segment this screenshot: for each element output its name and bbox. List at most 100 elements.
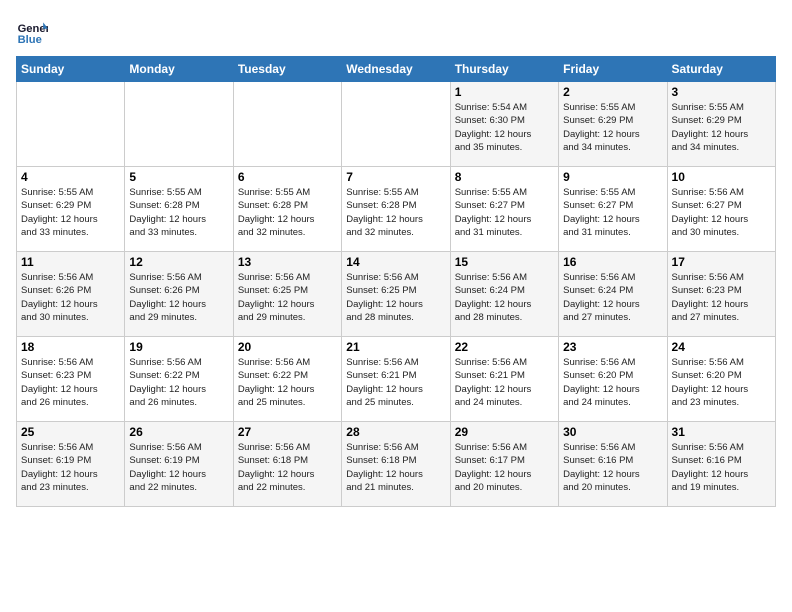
calendar-cell: 30 Sunrise: 5:56 AM Sunset: 6:16 PM Dayli… <box>559 422 667 507</box>
day-number: 10 <box>672 170 771 184</box>
day-info: Sunrise: 5:56 AM Sunset: 6:26 PM Dayligh… <box>129 271 228 324</box>
calendar-week-1: 1 Sunrise: 5:54 AM Sunset: 6:30 PM Daylig… <box>17 82 776 167</box>
day-number: 23 <box>563 340 662 354</box>
calendar-cell: 14 Sunrise: 5:56 AM Sunset: 6:25 PM Dayli… <box>342 252 450 337</box>
day-info: Sunrise: 5:56 AM Sunset: 6:16 PM Dayligh… <box>563 441 662 494</box>
calendar-cell <box>233 82 341 167</box>
day-info: Sunrise: 5:56 AM Sunset: 6:17 PM Dayligh… <box>455 441 554 494</box>
day-info: Sunrise: 5:56 AM Sunset: 6:18 PM Dayligh… <box>238 441 337 494</box>
day-info: Sunrise: 5:56 AM Sunset: 6:24 PM Dayligh… <box>563 271 662 324</box>
calendar-cell: 3 Sunrise: 5:55 AM Sunset: 6:29 PM Daylig… <box>667 82 775 167</box>
day-number: 31 <box>672 425 771 439</box>
calendar-body: 1 Sunrise: 5:54 AM Sunset: 6:30 PM Daylig… <box>17 82 776 507</box>
calendar-cell: 24 Sunrise: 5:56 AM Sunset: 6:20 PM Dayli… <box>667 337 775 422</box>
day-number: 26 <box>129 425 228 439</box>
day-info: Sunrise: 5:56 AM Sunset: 6:19 PM Dayligh… <box>129 441 228 494</box>
day-number: 12 <box>129 255 228 269</box>
day-info: Sunrise: 5:56 AM Sunset: 6:21 PM Dayligh… <box>455 356 554 409</box>
day-info: Sunrise: 5:56 AM Sunset: 6:25 PM Dayligh… <box>346 271 445 324</box>
calendar-cell <box>17 82 125 167</box>
calendar-cell: 17 Sunrise: 5:56 AM Sunset: 6:23 PM Dayli… <box>667 252 775 337</box>
day-info: Sunrise: 5:56 AM Sunset: 6:20 PM Dayligh… <box>563 356 662 409</box>
day-number: 16 <box>563 255 662 269</box>
day-number: 14 <box>346 255 445 269</box>
calendar-cell: 25Sunrise: 5:56 AM Sunset: 6:19 PM Dayli… <box>17 422 125 507</box>
calendar-cell <box>342 82 450 167</box>
calendar-cell: 22Sunrise: 5:56 AM Sunset: 6:21 PM Dayli… <box>450 337 558 422</box>
day-number: 18 <box>21 340 120 354</box>
header-cell-wednesday: Wednesday <box>342 57 450 82</box>
header-cell-sunday: Sunday <box>17 57 125 82</box>
day-info: Sunrise: 5:56 AM Sunset: 6:23 PM Dayligh… <box>21 356 120 409</box>
day-info: Sunrise: 5:56 AM Sunset: 6:27 PM Dayligh… <box>672 186 771 239</box>
day-info: Sunrise: 5:54 AM Sunset: 6:30 PM Dayligh… <box>455 101 554 154</box>
header-cell-saturday: Saturday <box>667 57 775 82</box>
header: General Blue <box>16 16 776 48</box>
day-info: Sunrise: 5:56 AM Sunset: 6:18 PM Dayligh… <box>346 441 445 494</box>
day-number: 1 <box>455 85 554 99</box>
calendar-cell: 10 Sunrise: 5:56 AM Sunset: 6:27 PM Dayli… <box>667 167 775 252</box>
day-number: 3 <box>672 85 771 99</box>
calendar-cell: 12 Sunrise: 5:56 AM Sunset: 6:26 PM Dayli… <box>125 252 233 337</box>
day-number: 17 <box>672 255 771 269</box>
day-info: Sunrise: 5:56 AM Sunset: 6:25 PM Dayligh… <box>238 271 337 324</box>
day-info: Sunrise: 5:56 AM Sunset: 6:24 PM Dayligh… <box>455 271 554 324</box>
day-info: Sunrise: 5:56 AM Sunset: 6:22 PM Dayligh… <box>129 356 228 409</box>
calendar-cell: 29 Sunrise: 5:56 AM Sunset: 6:17 PM Dayli… <box>450 422 558 507</box>
calendar-cell: 7Sunrise: 5:55 AM Sunset: 6:28 PM Daylig… <box>342 167 450 252</box>
calendar-cell: 15 Sunrise: 5:56 AM Sunset: 6:24 PM Dayli… <box>450 252 558 337</box>
day-number: 29 <box>455 425 554 439</box>
day-number: 9 <box>563 170 662 184</box>
calendar-cell: 2 Sunrise: 5:55 AM Sunset: 6:29 PM Daylig… <box>559 82 667 167</box>
day-info: Sunrise: 5:56 AM Sunset: 6:22 PM Dayligh… <box>238 356 337 409</box>
calendar-cell: 6Sunrise: 5:55 AM Sunset: 6:28 PM Daylig… <box>233 167 341 252</box>
day-number: 20 <box>238 340 337 354</box>
day-number: 6 <box>238 170 337 184</box>
day-number: 24 <box>672 340 771 354</box>
day-number: 21 <box>346 340 445 354</box>
header-cell-thursday: Thursday <box>450 57 558 82</box>
calendar-header: SundayMondayTuesdayWednesdayThursdayFrid… <box>17 57 776 82</box>
logo: General Blue <box>16 16 52 48</box>
calendar-week-5: 25Sunrise: 5:56 AM Sunset: 6:19 PM Dayli… <box>17 422 776 507</box>
day-info: Sunrise: 5:55 AM Sunset: 6:28 PM Dayligh… <box>129 186 228 239</box>
day-info: Sunrise: 5:56 AM Sunset: 6:20 PM Dayligh… <box>672 356 771 409</box>
day-number: 28 <box>346 425 445 439</box>
day-number: 27 <box>238 425 337 439</box>
calendar-cell: 5Sunrise: 5:55 AM Sunset: 6:28 PM Daylig… <box>125 167 233 252</box>
calendar-cell: 26 Sunrise: 5:56 AM Sunset: 6:19 PM Dayli… <box>125 422 233 507</box>
day-info: Sunrise: 5:55 AM Sunset: 6:28 PM Dayligh… <box>346 186 445 239</box>
day-number: 8 <box>455 170 554 184</box>
svg-text:Blue: Blue <box>18 34 42 46</box>
day-number: 15 <box>455 255 554 269</box>
day-info: Sunrise: 5:56 AM Sunset: 6:26 PM Dayligh… <box>21 271 120 324</box>
day-number: 30 <box>563 425 662 439</box>
calendar-cell: 23 Sunrise: 5:56 AM Sunset: 6:20 PM Dayli… <box>559 337 667 422</box>
calendar-cell: 1 Sunrise: 5:54 AM Sunset: 6:30 PM Daylig… <box>450 82 558 167</box>
calendar-cell: 16 Sunrise: 5:56 AM Sunset: 6:24 PM Dayli… <box>559 252 667 337</box>
calendar-cell: 9Sunrise: 5:55 AM Sunset: 6:27 PM Daylig… <box>559 167 667 252</box>
day-info: Sunrise: 5:55 AM Sunset: 6:29 PM Dayligh… <box>672 101 771 154</box>
calendar-cell: 13 Sunrise: 5:56 AM Sunset: 6:25 PM Dayli… <box>233 252 341 337</box>
calendar-week-2: 4 Sunrise: 5:55 AM Sunset: 6:29 PM Daylig… <box>17 167 776 252</box>
day-info: Sunrise: 5:55 AM Sunset: 6:27 PM Dayligh… <box>455 186 554 239</box>
day-info: Sunrise: 5:56 AM Sunset: 6:16 PM Dayligh… <box>672 441 771 494</box>
header-cell-friday: Friday <box>559 57 667 82</box>
day-number: 19 <box>129 340 228 354</box>
calendar-cell: 27 Sunrise: 5:56 AM Sunset: 6:18 PM Dayli… <box>233 422 341 507</box>
logo-icon: General Blue <box>16 16 48 48</box>
day-info: Sunrise: 5:56 AM Sunset: 6:23 PM Dayligh… <box>672 271 771 324</box>
calendar-cell: 19 Sunrise: 5:56 AM Sunset: 6:22 PM Dayli… <box>125 337 233 422</box>
day-info: Sunrise: 5:55 AM Sunset: 6:29 PM Dayligh… <box>563 101 662 154</box>
day-number: 4 <box>21 170 120 184</box>
calendar-cell: 21Sunrise: 5:56 AM Sunset: 6:21 PM Dayli… <box>342 337 450 422</box>
header-cell-monday: Monday <box>125 57 233 82</box>
calendar-cell: 28 Sunrise: 5:56 AM Sunset: 6:18 PM Dayli… <box>342 422 450 507</box>
calendar-week-4: 18 Sunrise: 5:56 AM Sunset: 6:23 PM Dayli… <box>17 337 776 422</box>
day-number: 2 <box>563 85 662 99</box>
calendar-cell: 31 Sunrise: 5:56 AM Sunset: 6:16 PM Dayli… <box>667 422 775 507</box>
day-info: Sunrise: 5:55 AM Sunset: 6:29 PM Dayligh… <box>21 186 120 239</box>
day-number: 13 <box>238 255 337 269</box>
day-number: 11 <box>21 255 120 269</box>
header-cell-tuesday: Tuesday <box>233 57 341 82</box>
